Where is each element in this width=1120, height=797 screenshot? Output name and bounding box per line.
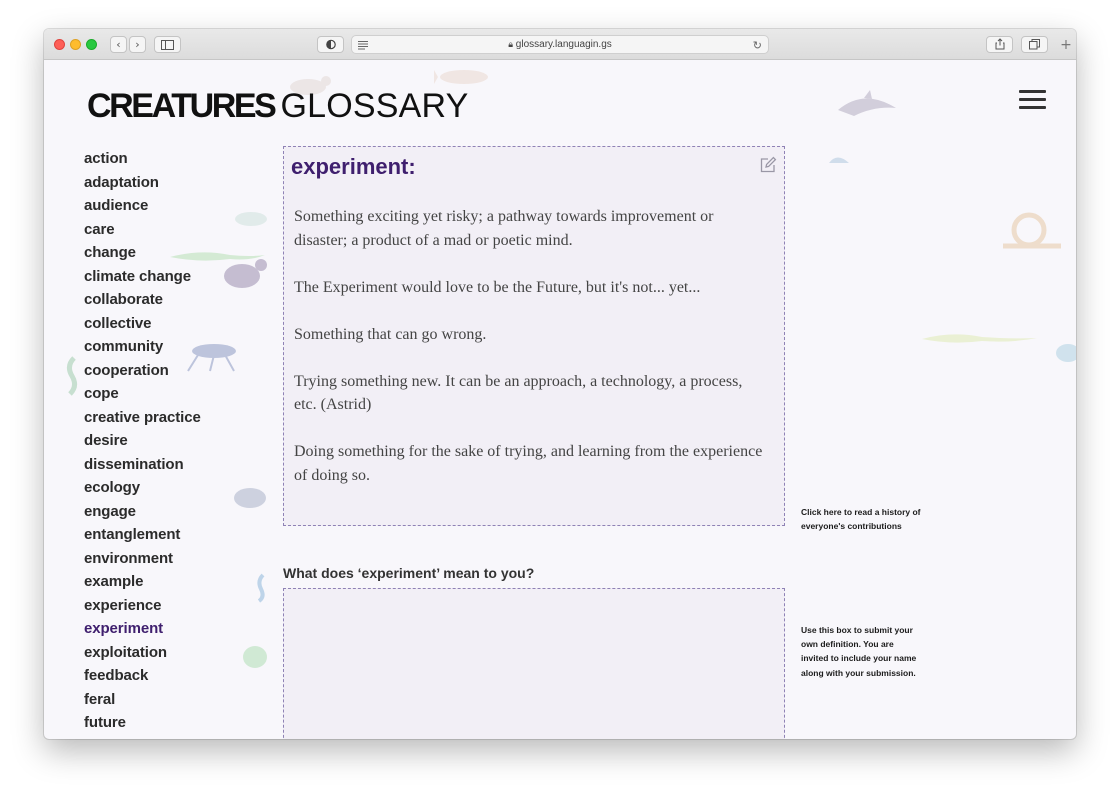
- definition-entry: Doing something for the sake of trying, …: [294, 443, 763, 484]
- zoom-window-button[interactable]: [86, 39, 97, 50]
- definition-submission-field[interactable]: [283, 588, 785, 739]
- sidebar-term-feral[interactable]: feral: [84, 691, 264, 715]
- tab-overview-button[interactable]: [1021, 36, 1048, 53]
- chevron-left-icon: ‹: [116, 38, 121, 51]
- sidebar-term-example[interactable]: example: [84, 573, 264, 597]
- lock-icon: 🔒︎: [508, 39, 513, 49]
- logo-word-glossary: GLOSSARY: [280, 87, 469, 125]
- sidebar-term-action[interactable]: action: [84, 150, 264, 174]
- sidebar-term-dissemination[interactable]: dissemination: [84, 456, 264, 480]
- sidebar-term-collective[interactable]: collective: [84, 315, 264, 339]
- sidebar-term-cope[interactable]: cope: [84, 385, 264, 409]
- site-logo[interactable]: CREATURES GLOSSARY: [87, 87, 469, 127]
- sidebar-term-care[interactable]: care: [84, 221, 264, 245]
- back-button[interactable]: ‹: [110, 36, 127, 53]
- hamburger-icon-bar: [1019, 98, 1046, 101]
- sidebar-term-change[interactable]: change: [84, 244, 264, 268]
- sidebar-term-feedback[interactable]: feedback: [84, 667, 264, 691]
- minimize-window-button[interactable]: [70, 39, 81, 50]
- reload-icon[interactable]: ↻: [753, 39, 762, 52]
- browser-window: ‹ › 🔒︎ glossary.languagin.gs ↻ + CREATUR…: [44, 29, 1076, 739]
- sidebar-term-entanglement[interactable]: entanglement: [84, 526, 264, 550]
- sidebar-term-creative-practice[interactable]: creative practice: [84, 409, 264, 433]
- sidebar-term-collaborate[interactable]: collaborate: [84, 291, 264, 315]
- lizard-illustration-2: [922, 334, 1037, 343]
- definition-title: experiment:: [291, 154, 416, 179]
- hamburger-icon-bar: [1019, 106, 1046, 109]
- sidebar-term-cooperation[interactable]: cooperation: [84, 362, 264, 386]
- sidebar-term-desire[interactable]: desire: [84, 432, 264, 456]
- fish-illustration: [434, 70, 488, 84]
- menu-button[interactable]: [1019, 90, 1046, 110]
- history-link[interactable]: Click here to read a history of everyone…: [801, 505, 921, 533]
- sidebar-term-experience[interactable]: experience: [84, 597, 264, 621]
- sidebar-term-experiment[interactable]: experiment: [84, 620, 264, 644]
- sidebar-term-exploitation[interactable]: exploitation: [84, 644, 264, 668]
- url-text: glossary.languagin.gs: [515, 39, 612, 50]
- fin-illustration: [829, 157, 849, 163]
- browser-toolbar: ‹ › 🔒︎ glossary.languagin.gs ↻ +: [44, 29, 1076, 60]
- definition-entries: Something exciting yet risky; a pathway …: [294, 205, 764, 511]
- snail-illustration: [1003, 212, 1061, 249]
- definition-entry: Trying something new. It can be an appro…: [294, 372, 743, 414]
- logo-word-creatures: CREATURES: [87, 87, 277, 125]
- tabs-icon: [1029, 39, 1040, 50]
- definition-entry: The Experiment would love to be the Futu…: [294, 278, 701, 296]
- definition-box: experiment: Something exciting yet risky…: [283, 146, 785, 526]
- new-tab-button[interactable]: +: [1059, 37, 1073, 54]
- shield-icon: [325, 39, 336, 50]
- definition-entry: Something that can go wrong.: [294, 325, 487, 343]
- fish-illustration-3: [1056, 344, 1076, 362]
- submission-question: What does ‘experiment’ mean to you?: [283, 565, 535, 581]
- forward-button[interactable]: ›: [129, 36, 146, 53]
- definition-entry: Something exciting yet risky; a pathway …: [294, 208, 714, 249]
- glossary-term-list: action adaptation audience care change climat…: [84, 150, 264, 738]
- privacy-report-button[interactable]: [317, 36, 344, 53]
- edit-icon[interactable]: [759, 156, 777, 174]
- address-bar[interactable]: 🔒︎ glossary.languagin.gs ↻: [351, 35, 769, 54]
- plus-icon: +: [1060, 37, 1072, 53]
- share-button[interactable]: [986, 36, 1013, 53]
- sidebar-term-climate-change[interactable]: climate change: [84, 268, 264, 292]
- sidebar-toggle-button[interactable]: [154, 36, 181, 53]
- submission-note: Use this box to submit your own definiti…: [801, 625, 917, 678]
- share-icon: [995, 38, 1004, 50]
- seahorse-illustration: [66, 356, 78, 396]
- sidebar-icon: [161, 40, 174, 50]
- url-display: 🔒︎ glossary.languagin.gs: [352, 39, 768, 50]
- sidebar-term-engage[interactable]: engage: [84, 503, 264, 527]
- sidebar-term-community[interactable]: community: [84, 338, 264, 362]
- sidebar-term-environment[interactable]: environment: [84, 550, 264, 574]
- chevron-right-icon: ›: [135, 38, 140, 51]
- sidebar-term-audience[interactable]: audience: [84, 197, 264, 221]
- hamburger-icon-bar: [1019, 90, 1046, 93]
- sidebar-term-adaptation[interactable]: adaptation: [84, 174, 264, 198]
- sidebar-term-ecology[interactable]: ecology: [84, 479, 264, 503]
- page-content: CREATURES GLOSSARY action adaptation audien…: [44, 60, 1076, 739]
- dolphin-illustration: [838, 90, 896, 116]
- sidebar-term-future[interactable]: future: [84, 714, 264, 738]
- close-window-button[interactable]: [54, 39, 65, 50]
